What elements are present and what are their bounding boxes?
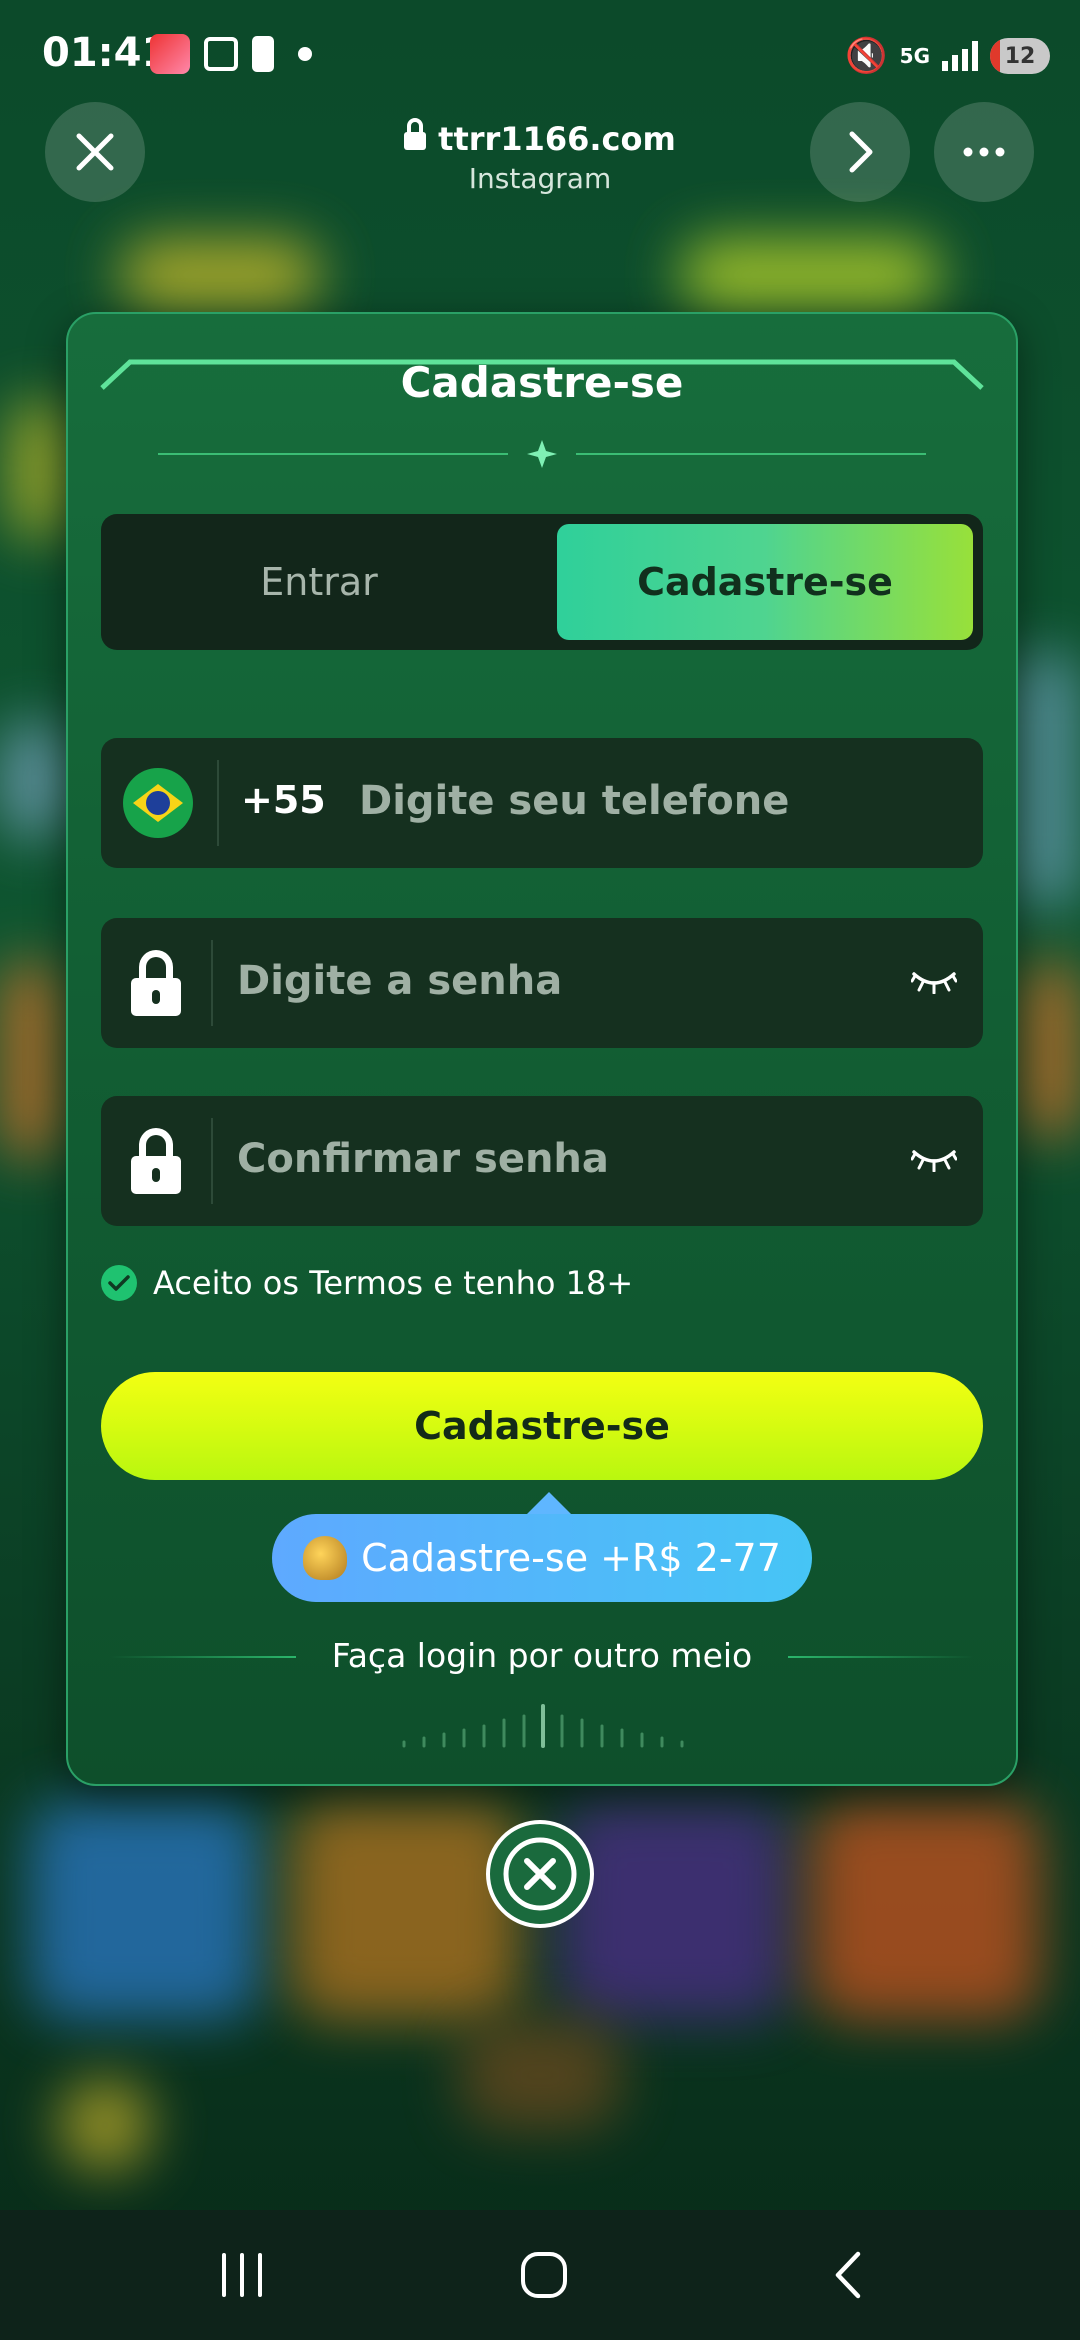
eye-closed-icon[interactable] — [911, 1146, 957, 1172]
terms-checkbox-row[interactable]: Aceito os Termos e tenho 18+ — [101, 1264, 633, 1302]
status-bar: 01:41 🔇 5G 12 — [0, 0, 1080, 110]
url-source: Instagram — [468, 162, 612, 195]
lock-icon — [131, 950, 181, 1016]
recent-apps-button[interactable] — [202, 2240, 282, 2310]
close-icon — [76, 133, 114, 171]
brazil-flag-icon[interactable] — [123, 768, 193, 838]
in-app-browser-header: ttrr1166.com Instagram — [0, 100, 1080, 220]
lock-icon — [404, 118, 427, 150]
close-modal-button[interactable] — [486, 1820, 594, 1928]
alt-login-scroll-indicator — [402, 1704, 684, 1748]
close-browser-button[interactable] — [45, 102, 145, 202]
battery-indicator: 12 — [990, 38, 1050, 74]
back-button[interactable] — [808, 2240, 888, 2310]
recent-apps-icon — [222, 2253, 262, 2297]
screenshot-icon — [204, 37, 238, 71]
terms-label[interactable]: Aceito os Termos e tenho 18+ — [153, 1264, 633, 1302]
address-area[interactable]: ttrr1166.com Instagram — [340, 118, 740, 195]
url-line: ttrr1166.com — [340, 118, 740, 158]
bonus-pointer — [527, 1492, 571, 1514]
field-divider — [211, 1118, 213, 1204]
phone-field[interactable]: +55 Digite seu telefone — [101, 738, 983, 868]
register-modal: Cadastre-se Entrar Cadastre-se +55 Digit… — [66, 312, 1018, 1786]
mute-icon: 🔇 — [845, 36, 888, 76]
status-notifications — [150, 34, 312, 74]
confirm-password-input[interactable]: Confirmar senha — [237, 1136, 609, 1182]
field-divider — [211, 940, 213, 1026]
url-text: ttrr1166.com — [438, 120, 676, 158]
confirm-password-field[interactable]: Confirmar senha — [101, 1096, 983, 1226]
register-button[interactable]: Cadastre-se — [101, 1372, 983, 1480]
battery-alert-icon — [252, 36, 274, 72]
battery-level: 12 — [1004, 43, 1036, 69]
auth-tabs: Entrar Cadastre-se — [101, 514, 983, 650]
home-icon — [521, 2252, 567, 2298]
divider-right — [788, 1656, 974, 1658]
browser-menu-button[interactable] — [934, 102, 1034, 202]
tab-login[interactable]: Entrar — [111, 524, 527, 640]
chevron-right-icon — [849, 131, 873, 173]
eye-closed-icon[interactable] — [911, 968, 957, 994]
more-horizontal-icon — [963, 147, 1005, 157]
modal-title: Cadastre-se — [400, 358, 684, 407]
phone-input[interactable]: Digite seu telefone — [359, 778, 789, 824]
field-divider — [217, 760, 219, 846]
password-input[interactable]: Digite a senha — [237, 958, 562, 1004]
tab-register[interactable]: Cadastre-se — [557, 524, 973, 640]
more-notifications-icon — [298, 47, 312, 61]
checkbox-checked-icon[interactable] — [101, 1265, 137, 1301]
back-icon — [835, 2251, 861, 2299]
close-circle-icon — [503, 1837, 577, 1911]
status-system-icons: 🔇 5G 12 — [845, 36, 1050, 76]
app-notification-icon — [150, 34, 190, 74]
bonus-label: Cadastre-se +R$ 2-77 — [361, 1536, 781, 1580]
password-field[interactable]: Digite a senha — [101, 918, 983, 1048]
forward-button[interactable] — [810, 102, 910, 202]
lock-icon — [131, 1128, 181, 1194]
country-code[interactable]: +55 — [241, 778, 326, 822]
network-type: 5G — [899, 44, 930, 68]
home-button[interactable] — [504, 2240, 584, 2310]
money-bag-icon — [303, 1536, 348, 1580]
system-navigation-bar — [0, 2210, 1080, 2340]
signal-icon — [942, 41, 978, 71]
bonus-badge[interactable]: Cadastre-se +R$ 2-77 — [272, 1514, 812, 1602]
